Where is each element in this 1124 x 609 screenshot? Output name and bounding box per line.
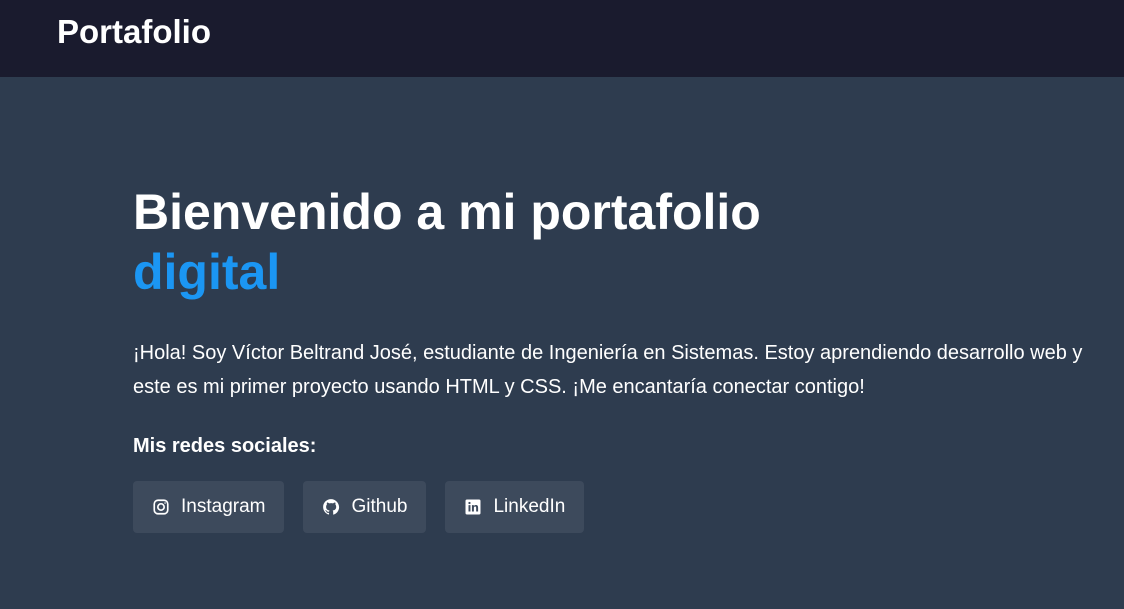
github-button[interactable]: Github <box>303 481 427 533</box>
social-links: Instagram Github LinkedIn <box>133 481 1103 533</box>
hero-title-main: Bienvenido a mi portafolio <box>133 184 761 240</box>
github-label: Github <box>351 496 408 517</box>
instagram-label: Instagram <box>181 496 266 517</box>
linkedin-icon <box>464 498 482 516</box>
top-navbar: Portafolio <box>0 0 1124 77</box>
github-icon <box>322 498 340 516</box>
hero-section: Bienvenido a mi portafolio digital ¡Hola… <box>0 77 1124 609</box>
hero-content: Bienvenido a mi portafolio digital ¡Hola… <box>133 182 1103 533</box>
instagram-icon <box>152 498 170 516</box>
linkedin-button[interactable]: LinkedIn <box>445 481 585 533</box>
site-brand[interactable]: Portafolio <box>57 10 211 54</box>
linkedin-label: LinkedIn <box>493 496 566 517</box>
intro-paragraph: ¡Hola! Soy Víctor Beltrand José, estudia… <box>133 342 1083 398</box>
hero-title: Bienvenido a mi portafolio digital <box>133 182 1103 302</box>
social-heading: Mis redes sociales: <box>133 435 317 457</box>
hero-title-accent: digital <box>133 244 281 300</box>
instagram-button[interactable]: Instagram <box>133 481 285 533</box>
